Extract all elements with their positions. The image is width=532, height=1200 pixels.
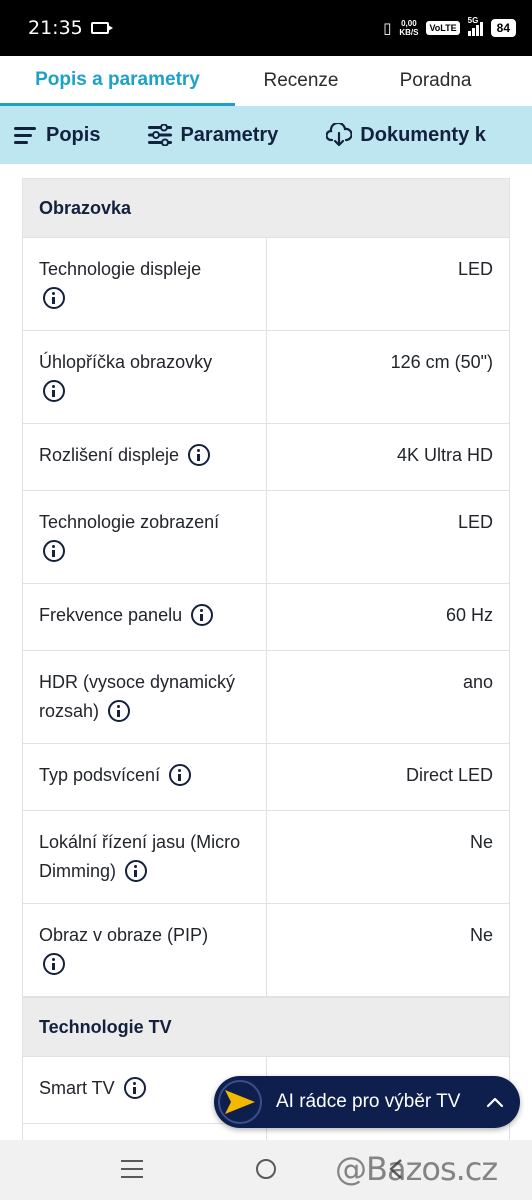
info-icon[interactable] xyxy=(108,700,131,722)
section-nav-parametry[interactable]: Parametry xyxy=(148,124,278,147)
network-type: 5G xyxy=(467,16,479,25)
sliders-icon xyxy=(148,124,173,146)
table-row: Rozlišení displeje 4K Ultra HD xyxy=(22,424,510,491)
param-value: 126 cm (50") xyxy=(390,352,493,372)
vibrate-icon: ▯ xyxy=(383,20,392,37)
info-icon[interactable] xyxy=(191,604,214,626)
param-label: Technologie zobrazení xyxy=(39,512,220,532)
section-nav-label: Dokumenty k xyxy=(360,123,486,146)
param-label-cell: Frekvence panelu xyxy=(23,584,267,650)
volte-badge: VoLTE xyxy=(426,21,460,35)
net-speed-unit: KB/S xyxy=(399,28,419,37)
param-label: Úhlopříčka obrazovky xyxy=(39,352,213,372)
table-row: Technologie displeje LED xyxy=(22,238,510,331)
battery-icon: 84 xyxy=(490,19,516,37)
tab-poradna[interactable]: Poradna xyxy=(367,56,504,106)
home-icon[interactable] xyxy=(256,1159,276,1179)
table-row: Úhlopříčka obrazovky 126 cm (50") xyxy=(22,331,510,424)
info-icon[interactable] xyxy=(125,860,148,882)
param-value: 60 Hz xyxy=(445,605,493,625)
lines-icon xyxy=(14,125,38,145)
status-bar: 21:35 ▯ 0,00 KB/S VoLTE 5G 84 xyxy=(0,0,532,56)
table-row: Technologie zobrazení LED xyxy=(22,491,510,584)
parameters-table: Obrazovka Technologie displeje LED Úhlop… xyxy=(22,178,510,1156)
section-title: Obrazovka xyxy=(22,178,510,238)
info-icon[interactable] xyxy=(43,540,65,562)
table-row: Typ podsvícení Direct LED xyxy=(22,744,510,811)
param-label-cell: Typ podsvícení xyxy=(23,744,267,810)
param-value: 4K Ultra HD xyxy=(396,445,493,465)
watermark: @Bazos.cz xyxy=(335,1150,498,1188)
param-label-cell: Technologie displeje xyxy=(23,238,267,330)
param-label: HDR (vysoce dynamický rozsah) xyxy=(39,672,236,721)
table-row: HDR (vysoce dynamický rozsah) ano xyxy=(22,651,510,744)
net-speed-value: 0,00 xyxy=(401,19,417,28)
system-nav-bar: @Bazos.cz xyxy=(0,1140,532,1200)
info-icon[interactable] xyxy=(43,380,65,402)
tab-bar: Popis a parametry Recenze Poradna xyxy=(0,56,532,106)
table-row: Obraz v obraze (PIP) Ne xyxy=(22,904,510,997)
table-row: Lokální řízení jasu (Micro Dimming) Ne xyxy=(22,811,510,904)
param-value: Ne xyxy=(469,832,493,852)
param-label: Rozlišení displeje xyxy=(39,445,180,465)
ai-advisor-logo-icon xyxy=(218,1080,262,1124)
param-label: Typ podsvícení xyxy=(39,765,161,785)
param-label-cell: Lokální řízení jasu (Micro Dimming) xyxy=(23,811,267,903)
param-label-cell: HDR (vysoce dynamický rozsah) xyxy=(23,651,267,743)
cloud-download-icon xyxy=(326,123,353,147)
tab-popis-a-parametry[interactable]: Popis a parametry xyxy=(0,56,235,106)
param-label: Technologie displeje xyxy=(39,259,202,279)
info-icon[interactable] xyxy=(123,1077,146,1099)
param-value: ano xyxy=(462,672,493,692)
info-icon[interactable] xyxy=(43,287,65,309)
status-icons: ▯ 0,00 KB/S VoLTE 5G 84 xyxy=(383,16,516,37)
section-nav-label: Popis xyxy=(46,123,101,146)
tab-recenze[interactable]: Recenze xyxy=(235,56,367,106)
param-label: Smart TV xyxy=(39,1078,115,1098)
param-value: LED xyxy=(457,512,493,532)
section-title: Technologie TV xyxy=(22,997,510,1057)
status-time: 21:35 xyxy=(28,17,83,39)
section-nav-dokumenty[interactable]: Dokumenty k xyxy=(326,123,486,147)
param-label-cell: Technologie zobrazení xyxy=(23,491,267,583)
section-nav: Popis Parametry Dokumenty k xyxy=(0,106,532,164)
param-value: Direct LED xyxy=(405,765,493,785)
ai-advisor-button[interactable]: AI rádce pro výběr TV xyxy=(214,1076,520,1128)
video-record-icon xyxy=(90,22,113,34)
recent-apps-icon[interactable] xyxy=(121,1160,143,1184)
chevron-up-icon[interactable] xyxy=(486,1096,504,1108)
param-label: Frekvence panelu xyxy=(39,605,183,625)
param-label-cell: Obraz v obraze (PIP) xyxy=(23,904,267,996)
param-label-cell: Úhlopříčka obrazovky xyxy=(23,331,267,423)
info-icon[interactable] xyxy=(169,764,192,786)
info-icon[interactable] xyxy=(43,953,65,975)
section-nav-popis[interactable]: Popis xyxy=(14,124,100,147)
param-value: LED xyxy=(457,259,493,279)
param-label: Obraz v obraze (PIP) xyxy=(39,925,209,945)
param-value: Ne xyxy=(469,925,493,945)
signal-icon: 5G xyxy=(467,16,483,36)
info-icon[interactable] xyxy=(188,444,211,466)
section-nav-label: Parametry xyxy=(180,123,279,146)
param-label-cell: Rozlišení displeje xyxy=(23,424,267,490)
net-speed: 0,00 KB/S xyxy=(399,19,418,37)
ai-advisor-label: AI rádce pro výběr TV xyxy=(276,1091,461,1112)
table-row: Frekvence panelu 60 Hz xyxy=(22,584,510,651)
